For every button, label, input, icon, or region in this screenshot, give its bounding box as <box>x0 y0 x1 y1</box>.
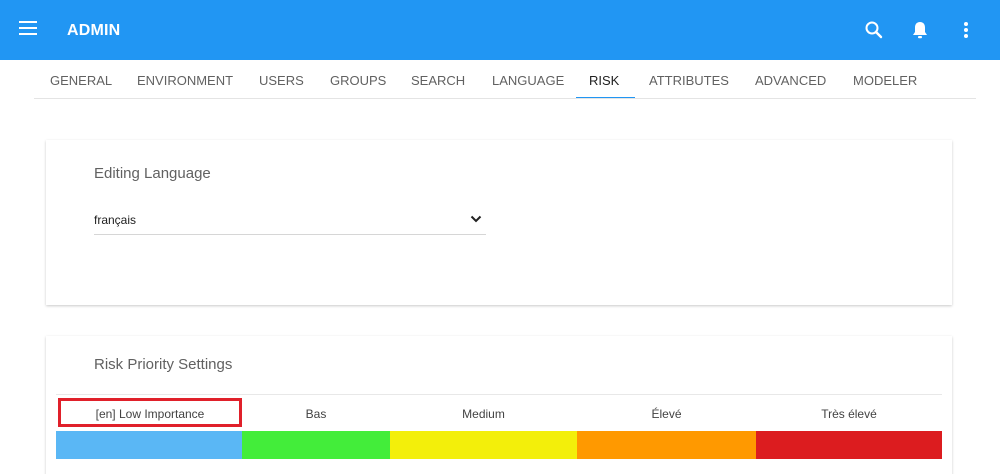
language-select[interactable]: français <box>94 208 486 235</box>
chevron-down-icon <box>470 212 482 224</box>
risk-level-label[interactable]: Medium <box>390 407 577 421</box>
tab-groups[interactable]: GROUPS <box>330 73 386 88</box>
tab-general[interactable]: GENERAL <box>50 73 112 88</box>
tab-environment[interactable]: ENVIRONMENT <box>137 73 233 88</box>
highlight-box <box>58 398 242 427</box>
language-select-value: français <box>94 213 137 227</box>
bell-icon[interactable] <box>908 18 932 42</box>
risk-level-label[interactable]: Élevé <box>577 407 756 421</box>
tab-language[interactable]: LANGUAGE <box>492 73 564 88</box>
app-bar: ADMIN <box>0 0 1000 60</box>
tabs-divider <box>34 98 976 99</box>
risk-priority-title: Risk Priority Settings <box>94 356 233 373</box>
risk-color-swatch-bas[interactable] <box>242 431 390 459</box>
tab-users[interactable]: USERS <box>259 73 304 88</box>
tab-risk[interactable]: RISK <box>589 73 619 88</box>
risk-level-label[interactable]: Bas <box>242 407 390 421</box>
tab-advanced[interactable]: ADVANCED <box>755 73 826 88</box>
tab-search[interactable]: SEARCH <box>411 73 465 88</box>
risk-level-label[interactable]: Très élevé <box>756 407 942 421</box>
risk-color-swatch-medium[interactable] <box>390 431 577 459</box>
tab-modeler[interactable]: MODELER <box>853 73 917 88</box>
risk-color-swatch-low-importance[interactable] <box>56 431 242 459</box>
menu-icon[interactable] <box>19 21 37 35</box>
risk-color-swatch-eleve[interactable] <box>577 431 756 459</box>
risk-color-swatch-tres-eleve[interactable] <box>756 431 942 459</box>
tab-attributes[interactable]: ATTRIBUTES <box>649 73 729 88</box>
app-title: ADMIN <box>67 22 121 39</box>
more-vertical-icon[interactable] <box>954 18 978 42</box>
risk-header-divider <box>56 394 942 395</box>
editing-language-title: Editing Language <box>94 165 211 182</box>
search-icon[interactable] <box>862 18 886 42</box>
admin-tabs: GENERAL ENVIRONMENT USERS GROUPS SEARCH … <box>0 60 1000 100</box>
